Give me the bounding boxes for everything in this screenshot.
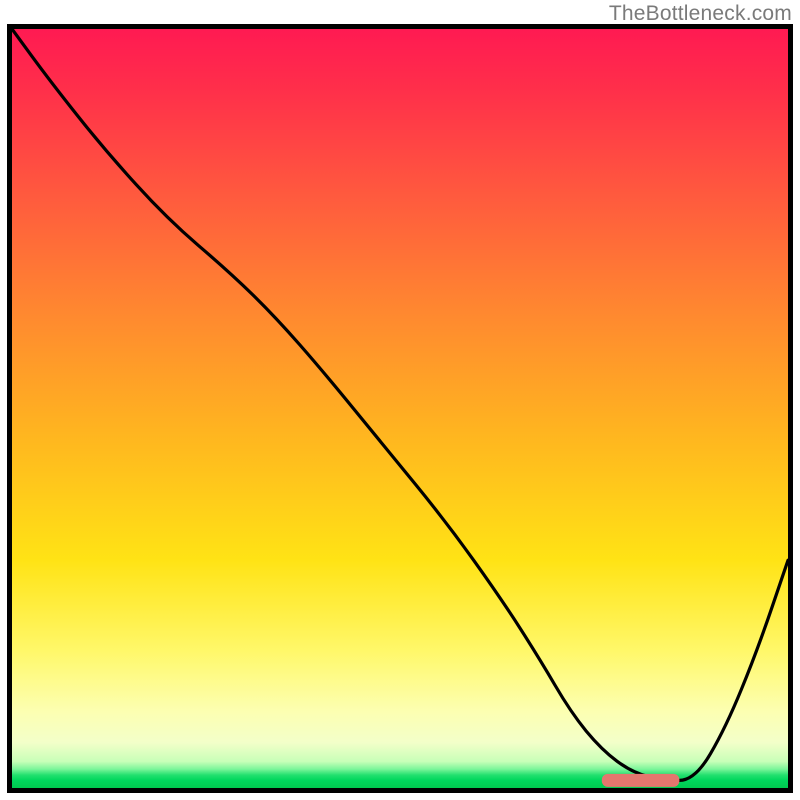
optimal-range-marker [602,774,680,787]
watermark-text: TheBottleneck.com [609,2,792,26]
chart-frame [7,24,793,793]
bottleneck-curve [12,29,788,780]
curve-svg [12,29,788,788]
